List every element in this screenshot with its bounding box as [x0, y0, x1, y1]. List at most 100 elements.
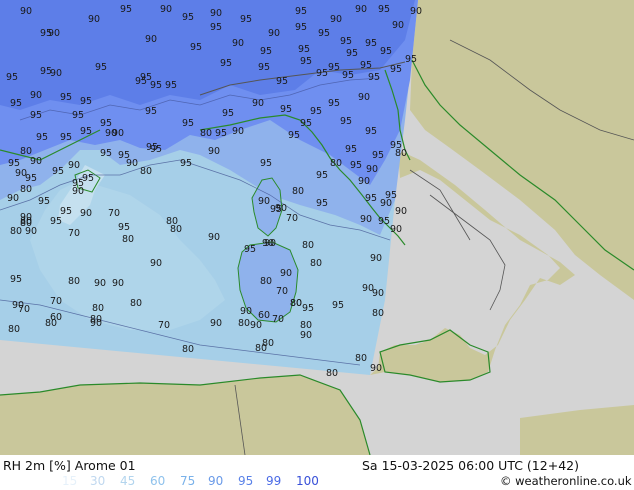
contour-label: 95: [165, 80, 177, 91]
contour-label: 95: [36, 132, 48, 143]
contour-label: 80: [290, 298, 302, 309]
legend-value: 100: [296, 474, 319, 488]
contour-label: 95: [365, 126, 377, 137]
contour-label: 90: [94, 278, 106, 289]
contour-label: 90: [145, 34, 157, 45]
contour-label: 90: [366, 164, 378, 175]
contour-label: 90: [72, 186, 84, 197]
contour-label: 80: [260, 276, 272, 287]
contour-label: 90: [7, 193, 19, 204]
contour-label: 95: [60, 206, 72, 217]
contour-label: 95: [300, 56, 312, 67]
contour-label: 95: [258, 62, 270, 73]
contour-label: 95: [316, 170, 328, 181]
contour-label: 90: [258, 196, 270, 207]
footer: RH 2m [%] Arome 01 Sa 15-03-2025 06:00 U…: [0, 455, 634, 490]
contour-label: 95: [332, 300, 344, 311]
valid-time: Sa 15-03-2025 06:00 UTC (12+42): [362, 458, 579, 473]
copyright-link[interactable]: © weatheronline.co.uk: [500, 474, 632, 488]
land-outside-africa: [0, 375, 370, 455]
contour-label: 95: [378, 216, 390, 227]
contour-label: 95: [390, 64, 402, 75]
contour-label: 90: [390, 224, 402, 235]
contour-label: 80: [92, 303, 104, 314]
map-title: RH 2m [%] Arome 01: [3, 458, 136, 473]
contour-label: 95: [310, 106, 322, 117]
contour-label: 95: [220, 58, 232, 69]
contour-label: 95: [100, 148, 112, 159]
contour-label: 90: [210, 318, 222, 329]
contour-label: 70: [272, 314, 284, 325]
contour-label: 90: [370, 253, 382, 264]
contour-label: 95: [210, 22, 222, 33]
contour-label: 90: [232, 38, 244, 49]
contour-label: 95: [316, 198, 328, 209]
contour-label: 95: [80, 96, 92, 107]
contour-label: 90: [275, 203, 287, 214]
contour-label: 90: [268, 28, 280, 39]
contour-label: 70: [18, 304, 30, 315]
contour-label: 95: [120, 4, 132, 15]
contour-label: 95: [95, 62, 107, 73]
contour-label: 95: [295, 6, 307, 17]
contour-label: 90: [395, 206, 407, 217]
contour-label: 95: [328, 62, 340, 73]
legend-value: 75: [180, 474, 196, 488]
humidity-map: 909095 9095 9095959090 95 9090909590959595 95…: [0, 0, 634, 455]
contour-label: 90: [20, 6, 32, 17]
contour-label: 80: [372, 308, 384, 319]
contour-label: 95: [350, 160, 362, 171]
legend-value: 15: [62, 474, 78, 488]
contour-label: 80: [330, 158, 342, 169]
contour-label: 95: [316, 68, 328, 79]
contour-label: 95: [30, 110, 42, 121]
contour-label: 95: [260, 158, 272, 169]
contour-label: 95: [180, 158, 192, 169]
contour-label: 95: [372, 150, 384, 161]
contour-label: 80: [90, 314, 102, 325]
contour-label: 80: [355, 353, 367, 364]
contour-label: 95: [60, 132, 72, 143]
contour-label: 95: [240, 14, 252, 25]
contour-label: 90: [358, 176, 370, 187]
contour-label: 95: [150, 80, 162, 91]
contour-label: 95: [25, 173, 37, 184]
contour-label: 95: [72, 110, 84, 121]
contour-label: 95: [215, 128, 227, 139]
contour-label: 90: [280, 268, 292, 279]
contour-label: 90: [392, 20, 404, 31]
contour-label: 80: [255, 343, 267, 354]
contour-label: 90: [380, 198, 392, 209]
contour-label: 95: [118, 222, 130, 233]
contour-label: 95: [380, 46, 392, 57]
contour-label: 95: [368, 72, 380, 83]
contour-label: 80: [122, 234, 134, 245]
contour-label: 95: [145, 106, 157, 117]
contour-label: 90: [208, 146, 220, 157]
contour-label: 95: [345, 144, 357, 155]
land-outside-africa-east: [520, 405, 634, 455]
contour-label: 90: [112, 278, 124, 289]
contour-label: 80: [140, 166, 152, 177]
legend-value: 99: [266, 474, 282, 488]
contour-label: 70: [286, 213, 298, 224]
contour-label: 80: [292, 186, 304, 197]
contour-label: 90: [30, 156, 42, 167]
legend-value: 30: [90, 474, 106, 488]
contour-label: 95: [244, 244, 256, 255]
land-outside-balkans: [410, 0, 634, 300]
contour-label: 90: [240, 306, 252, 317]
contour-label: 95: [318, 28, 330, 39]
contour-label: 95: [276, 76, 288, 87]
contour-label: 90: [370, 363, 382, 374]
contour-label: 70: [276, 286, 288, 297]
contour-label: 80: [395, 148, 407, 159]
contour-label: 95: [365, 193, 377, 204]
contour-label: 95: [118, 150, 130, 161]
contour-label: 90: [250, 320, 262, 331]
contour-label: 90: [372, 288, 384, 299]
contour-label: 80: [326, 368, 338, 379]
border-italy-regions: [429, 194, 506, 311]
contour-label: 70: [68, 228, 80, 239]
contour-label: 95: [295, 22, 307, 33]
